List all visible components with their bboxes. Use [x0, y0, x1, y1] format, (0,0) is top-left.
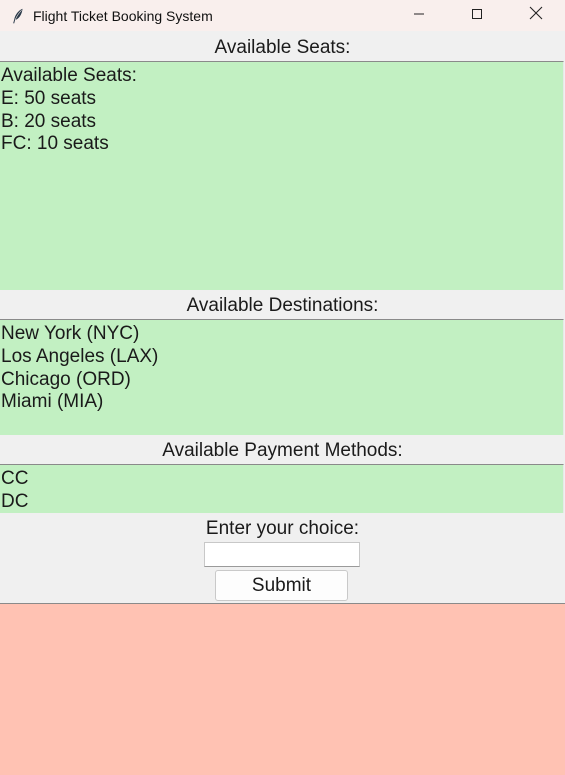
- payment-list[interactable]: CC DC: [0, 464, 564, 513]
- output-area[interactable]: [0, 603, 565, 775]
- list-item: Available Seats:: [1, 65, 137, 86]
- feather-icon: [11, 8, 25, 24]
- list-item: Chicago (ORD): [1, 368, 131, 390]
- list-item: FC: 10 seats: [1, 133, 109, 155]
- submit-button[interactable]: Submit: [215, 570, 348, 601]
- choice-input[interactable]: [204, 542, 360, 567]
- seats-heading: Available Seats:: [0, 35, 565, 61]
- list-item: Miami (MIA): [1, 391, 104, 413]
- window-titlebar: Flight Ticket Booking System: [0, 0, 565, 31]
- list-item: E: 50 seats: [1, 87, 97, 109]
- choice-label: Enter your choice:: [205, 518, 360, 539]
- list-item: Los Angeles (LAX): [1, 345, 159, 367]
- maximize-icon: [471, 7, 483, 25]
- minimize-icon: [413, 7, 425, 25]
- minimize-button[interactable]: [390, 0, 448, 31]
- close-icon: [529, 6, 543, 25]
- maximize-button[interactable]: [448, 0, 506, 31]
- payment-heading: Available Payment Methods:: [0, 438, 565, 464]
- close-button[interactable]: [507, 0, 565, 31]
- destinations-list[interactable]: New York (NYC) Los Angeles (LAX) Chicago…: [0, 319, 564, 435]
- window-title: Flight Ticket Booking System: [33, 7, 213, 24]
- seats-list[interactable]: Available Seats: E: 50 seats B: 20 seats…: [0, 61, 564, 290]
- destinations-heading: Available Destinations:: [0, 293, 565, 319]
- list-item: B: 20 seats: [1, 110, 97, 132]
- list-item: New York (NYC): [1, 323, 140, 344]
- list-item: DC: [1, 490, 29, 512]
- list-item: CC: [1, 468, 29, 489]
